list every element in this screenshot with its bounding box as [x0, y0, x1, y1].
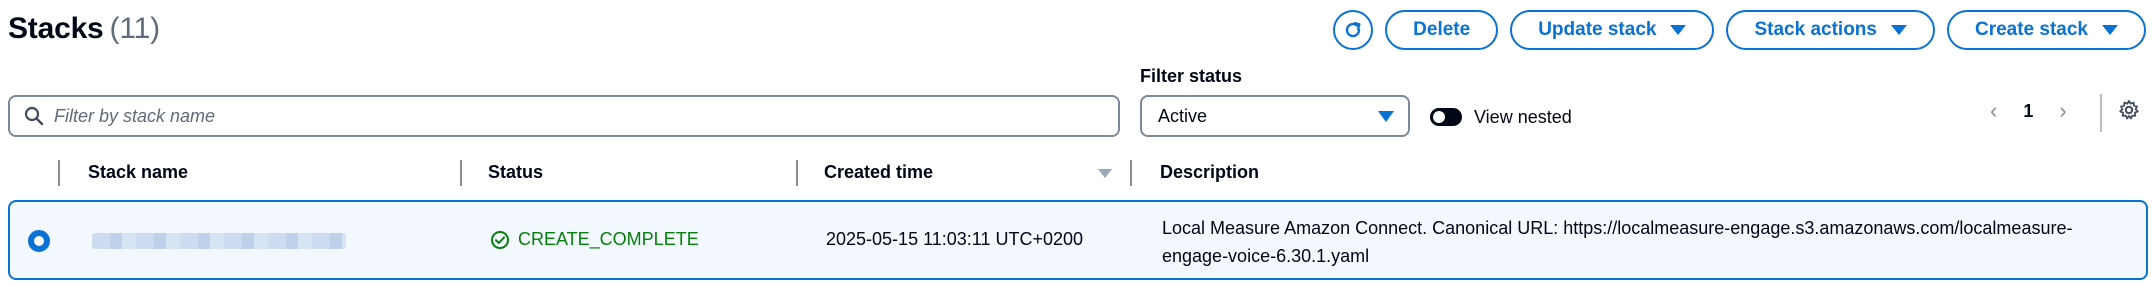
- gear-icon: [2119, 100, 2139, 120]
- column-divider: [796, 160, 798, 186]
- refresh-icon: [1345, 22, 1361, 38]
- filter-status-select[interactable]: Active: [1140, 95, 1410, 137]
- search-icon: [24, 106, 44, 126]
- header-actions: Delete Update stack Stack actions Create…: [1333, 10, 2146, 50]
- success-check-icon: [491, 230, 509, 249]
- filter-status-value: Active: [1158, 105, 1208, 126]
- next-page-icon[interactable]: ›: [2059, 98, 2066, 124]
- stack-count: (11): [109, 12, 161, 45]
- view-nested-label: View nested: [1474, 107, 1572, 127]
- stack-name-link-redacted[interactable]: [92, 233, 346, 249]
- caret-down-icon: [1890, 25, 1907, 35]
- refresh-button[interactable]: [1333, 10, 1374, 50]
- previous-page-icon[interactable]: ‹: [1990, 98, 1997, 124]
- pagination: ‹ 1 ›: [1990, 98, 2067, 124]
- filter-status-label: Filter status: [1140, 66, 1243, 86]
- stack-actions-button[interactable]: Stack actions: [1726, 10, 1935, 50]
- update-stack-button[interactable]: Update stack: [1510, 10, 1715, 50]
- search-input[interactable]: Filter by stack name: [8, 95, 1120, 137]
- caret-down-icon: [2102, 25, 2118, 35]
- delete-button-label: Delete: [1413, 19, 1471, 40]
- create-stack-label: Create stack: [1974, 19, 2088, 40]
- column-header-description[interactable]: Description: [1160, 162, 1259, 183]
- delete-button[interactable]: Delete: [1385, 10, 1499, 50]
- status-badge: CREATE_COMPLETE: [490, 229, 699, 250]
- row-select-radio[interactable]: [28, 230, 50, 252]
- status-text: CREATE_COMPLETE: [518, 229, 699, 249]
- column-divider: [1130, 160, 1132, 186]
- page-title-text: Stacks: [8, 12, 104, 45]
- pagination-divider: [2100, 94, 2102, 132]
- preferences-button[interactable]: [2118, 99, 2140, 126]
- table-row[interactable]: CREATE_COMPLETE 2025-05-15 11:03:11 UTC+…: [8, 200, 2148, 280]
- toggle-knob: [1433, 111, 1445, 123]
- view-nested-toggle[interactable]: [1430, 108, 1462, 126]
- update-stack-label: Update stack: [1538, 19, 1657, 40]
- caret-down-icon: [1378, 110, 1394, 122]
- column-divider: [460, 160, 462, 186]
- description: Local Measure Amazon Connect. Canonical …: [1162, 218, 2073, 266]
- search-placeholder: Filter by stack name: [54, 105, 216, 126]
- stack-actions-label: Stack actions: [1754, 19, 1877, 40]
- created-time: 2025-05-15 11:03:11 UTC+0200: [826, 229, 1084, 249]
- sort-descending-icon[interactable]: [1098, 169, 1112, 178]
- column-header-created-time[interactable]: Created time: [824, 162, 933, 183]
- column-divider: [58, 160, 60, 186]
- column-header-status[interactable]: Status: [488, 162, 543, 183]
- page-title: Stacks (11): [8, 12, 160, 46]
- column-header-stack-name[interactable]: Stack name: [88, 162, 188, 183]
- create-stack-button[interactable]: Create stack: [1946, 10, 2146, 50]
- current-page[interactable]: 1: [2023, 101, 2033, 122]
- caret-down-icon: [1670, 25, 1687, 35]
